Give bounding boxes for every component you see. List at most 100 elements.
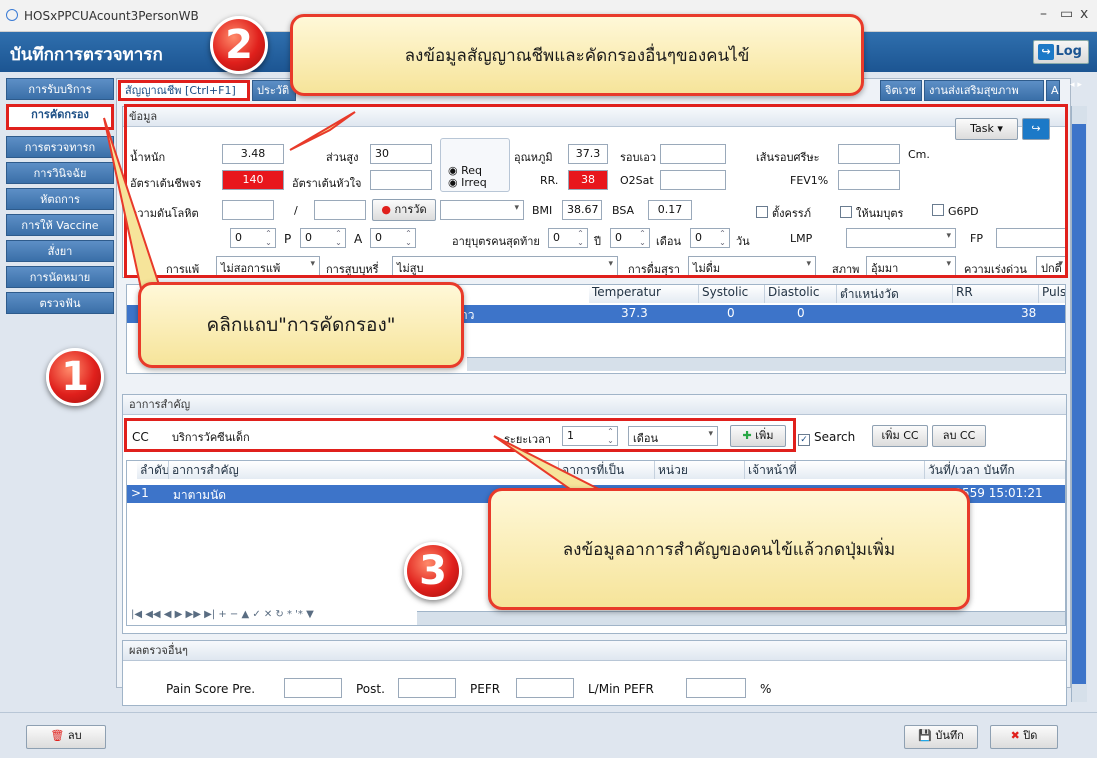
cc-header-condition[interactable]: อาการที่เป็น: [559, 461, 655, 479]
cc-label: CC: [132, 430, 149, 444]
age-month-spinner[interactable]: 0: [610, 228, 650, 248]
tab-psychiatry[interactable]: จิตเวช: [880, 80, 922, 101]
bp-systolic-input[interactable]: [222, 200, 274, 220]
grid-header-diastolic[interactable]: Diastolic: [765, 285, 837, 303]
pain-post-input[interactable]: [398, 678, 456, 698]
pregnant-checkbox[interactable]: ตั้งครรภ์: [756, 204, 811, 222]
grid-header-systolic[interactable]: Systolic: [699, 285, 765, 303]
grid-header-rr[interactable]: RR: [953, 285, 1039, 303]
cc-header-datetime[interactable]: วันที่/เวลา บันทึก: [925, 461, 1065, 479]
sidebar-item-service[interactable]: การรับบริการ: [6, 78, 114, 100]
measure-button[interactable]: ● การวัด: [372, 199, 436, 221]
urgency-select[interactable]: ปกติ: [1036, 256, 1068, 276]
head-input[interactable]: [838, 144, 900, 164]
post-label: Post.: [356, 682, 385, 696]
cc-header-symptom[interactable]: อาการสำคัญ: [169, 461, 559, 479]
sidebar-item-dental[interactable]: ตรวจฟัน: [6, 292, 114, 314]
add-cc-item-button[interactable]: ✚ เพิ่ม: [730, 425, 786, 447]
cc-header-no[interactable]: ลำดับ: [137, 461, 169, 479]
weight-input[interactable]: 3.48: [222, 144, 284, 164]
a-label: A: [354, 232, 363, 246]
app-icon: [6, 9, 18, 21]
grid-navigator[interactable]: |◀ ◀◀ ◀ ▶ ▶▶ ▶| + − ▲ ✓ ✕ ↻ * '* ▼: [131, 609, 314, 620]
grid-header-pulse[interactable]: Pulse: [1039, 285, 1065, 303]
callout-2: ลงข้อมูลสัญญาณชีพและคัดกรองอื่นๆของคนไข้: [290, 14, 864, 96]
grid-header-temperature[interactable]: Temperatur: [589, 285, 699, 303]
fp-label: FP: [970, 232, 983, 245]
sidebar-item-procedure[interactable]: หัตถการ: [6, 188, 114, 210]
cc-header-unit[interactable]: หน่วย: [655, 461, 745, 479]
sidebar-item-appointment[interactable]: การนัดหมาย: [6, 266, 114, 288]
main-scrollbar-thumb[interactable]: [1072, 124, 1086, 684]
pulse-input[interactable]: 140: [222, 170, 284, 190]
fp-input[interactable]: [996, 228, 1066, 248]
allergy-select[interactable]: ไม่สอการแพ้: [216, 256, 320, 276]
age-day-spinner[interactable]: 0: [690, 228, 730, 248]
measure-icon: ●: [381, 203, 392, 216]
height-label: ส่วนสูง: [326, 151, 359, 164]
sidebar-item-medication[interactable]: สั่งยา: [6, 240, 114, 262]
irreq-radio[interactable]: ◉ Irreq: [448, 176, 487, 189]
grid-header-position[interactable]: ตำแหน่งวัด: [837, 285, 953, 303]
waist-input[interactable]: [660, 144, 726, 164]
sidebar-item-diagnosis[interactable]: การวินิจฉัย: [6, 162, 114, 184]
pefr-label: PEFR: [470, 682, 501, 696]
heart-rate-input[interactable]: [370, 170, 432, 190]
cc-grid-scrollbar[interactable]: [417, 611, 1065, 625]
rr-input[interactable]: 38: [568, 170, 608, 190]
delete-cc-button[interactable]: ลบ CC: [932, 425, 986, 447]
minimize-icon[interactable]: –: [1040, 6, 1047, 22]
o2sat-input[interactable]: [660, 170, 726, 190]
row-diastolic: 0: [797, 306, 805, 320]
step-1-badge: 1: [46, 348, 104, 406]
tab-health-promotion[interactable]: งานส่งเสริมสุขภาพ: [924, 80, 1044, 101]
close-button[interactable]: ✖ ปิด: [990, 725, 1058, 749]
add-cc-button[interactable]: เพิ่ม CC: [872, 425, 928, 447]
pain-pre-input[interactable]: [284, 678, 342, 698]
footer-bar: 🗑 ลบ 💾 บันทึก ✖ ปิด: [0, 712, 1097, 758]
a-spinner[interactable]: 0: [370, 228, 416, 248]
smoking-select[interactable]: ไม่สูบ: [392, 256, 618, 276]
sidebar-item-screening[interactable]: การคัดกรอง: [6, 104, 114, 130]
breastfeed-checkbox[interactable]: ให้นมบุตร: [840, 204, 903, 222]
sidebar-item-vaccine[interactable]: การให้ Vaccine: [6, 214, 114, 236]
fev-label: FEV1%: [790, 174, 829, 187]
head-label: เส้นรอบศรีษะ: [756, 151, 820, 164]
status-label: สภาพ: [832, 263, 860, 276]
duration-spinner[interactable]: 1: [562, 426, 618, 446]
p-spinner[interactable]: 0: [300, 228, 346, 248]
task-button[interactable]: Task ▾: [955, 118, 1018, 140]
sidebar-item-infant-exam[interactable]: การตรวจทารก: [6, 136, 114, 158]
tab-more[interactable]: A: [1046, 80, 1060, 101]
temp-input[interactable]: 37.3: [568, 144, 608, 164]
duration-unit-select[interactable]: เดือน: [628, 426, 718, 446]
tab-scroll-icon[interactable]: ◂ ▸: [1070, 80, 1082, 90]
save-button[interactable]: 💾 บันทึก: [904, 725, 978, 749]
lmp-date-picker[interactable]: [846, 228, 956, 248]
drinking-select[interactable]: ไม่ดื่ม: [688, 256, 816, 276]
exit-icon[interactable]: ↪: [1022, 118, 1050, 140]
step-3-badge: 3: [404, 542, 462, 600]
pefr-percent-input[interactable]: [686, 678, 746, 698]
maximize-icon[interactable]: ▭: [1060, 6, 1073, 22]
age-year-spinner[interactable]: 0: [548, 228, 588, 248]
bsa-value: 0.17: [648, 200, 692, 220]
cc-input[interactable]: บริการวัคซีนเด็ก: [168, 426, 494, 446]
cc-header-staff[interactable]: เจ้าหน้าที่: [745, 461, 925, 479]
g6pd-checkbox[interactable]: G6PD: [932, 204, 979, 218]
vitals-grid-scrollbar[interactable]: [467, 357, 1065, 371]
measure-position-select[interactable]: [440, 200, 524, 220]
log-button[interactable]: ↪ Log: [1033, 40, 1089, 64]
close-icon[interactable]: x: [1080, 6, 1088, 22]
g-spinner[interactable]: 0: [230, 228, 276, 248]
bp-diastolic-input[interactable]: [314, 200, 366, 220]
pefr-input[interactable]: [516, 678, 574, 698]
delete-button[interactable]: 🗑 ลบ: [26, 725, 106, 749]
fev-input[interactable]: [838, 170, 900, 190]
status-select[interactable]: อุ้มมา: [866, 256, 956, 276]
row-temperature: 37.3: [621, 306, 648, 320]
height-input[interactable]: 30: [370, 144, 432, 164]
bmi-value: 38.67: [562, 200, 602, 220]
search-checkbox[interactable]: Search: [798, 430, 855, 446]
tab-vitals[interactable]: สัญญาณชีพ [Ctrl+F1]: [118, 80, 250, 101]
